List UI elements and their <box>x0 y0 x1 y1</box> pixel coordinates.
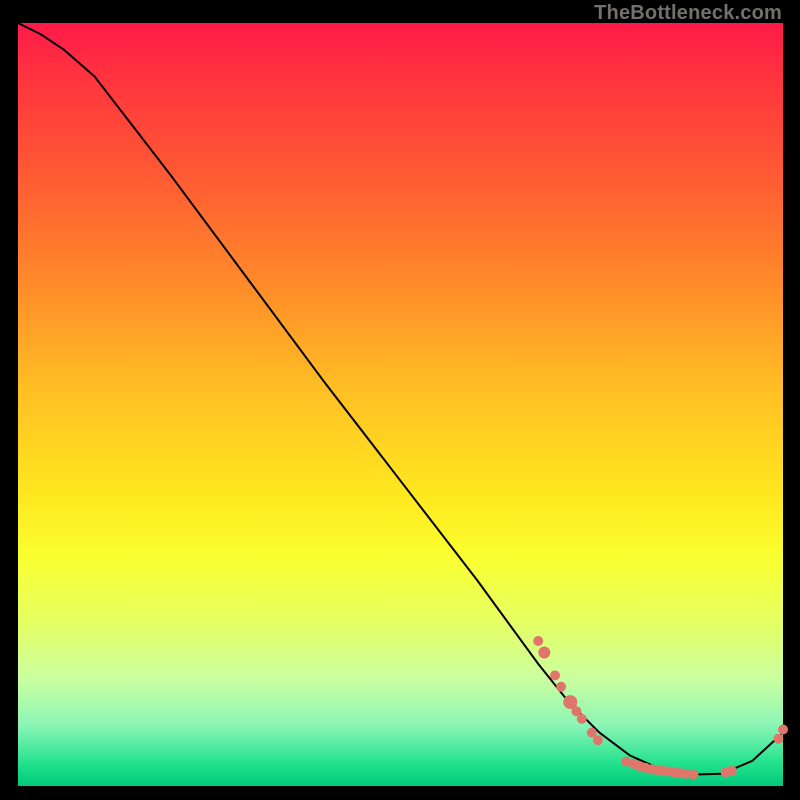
data-point <box>556 682 566 692</box>
data-point <box>778 725 788 735</box>
data-point <box>533 636 543 646</box>
data-point <box>689 770 699 780</box>
chart-svg <box>18 23 783 786</box>
data-point <box>577 714 587 724</box>
data-point <box>538 647 550 659</box>
brand-watermark: TheBottleneck.com <box>594 2 782 25</box>
chart-line <box>18 23 783 775</box>
data-point <box>550 670 560 680</box>
data-point <box>773 734 783 744</box>
chart-frame <box>18 23 783 786</box>
chart-markers <box>533 636 788 780</box>
data-point <box>727 766 737 776</box>
data-point <box>593 735 603 745</box>
